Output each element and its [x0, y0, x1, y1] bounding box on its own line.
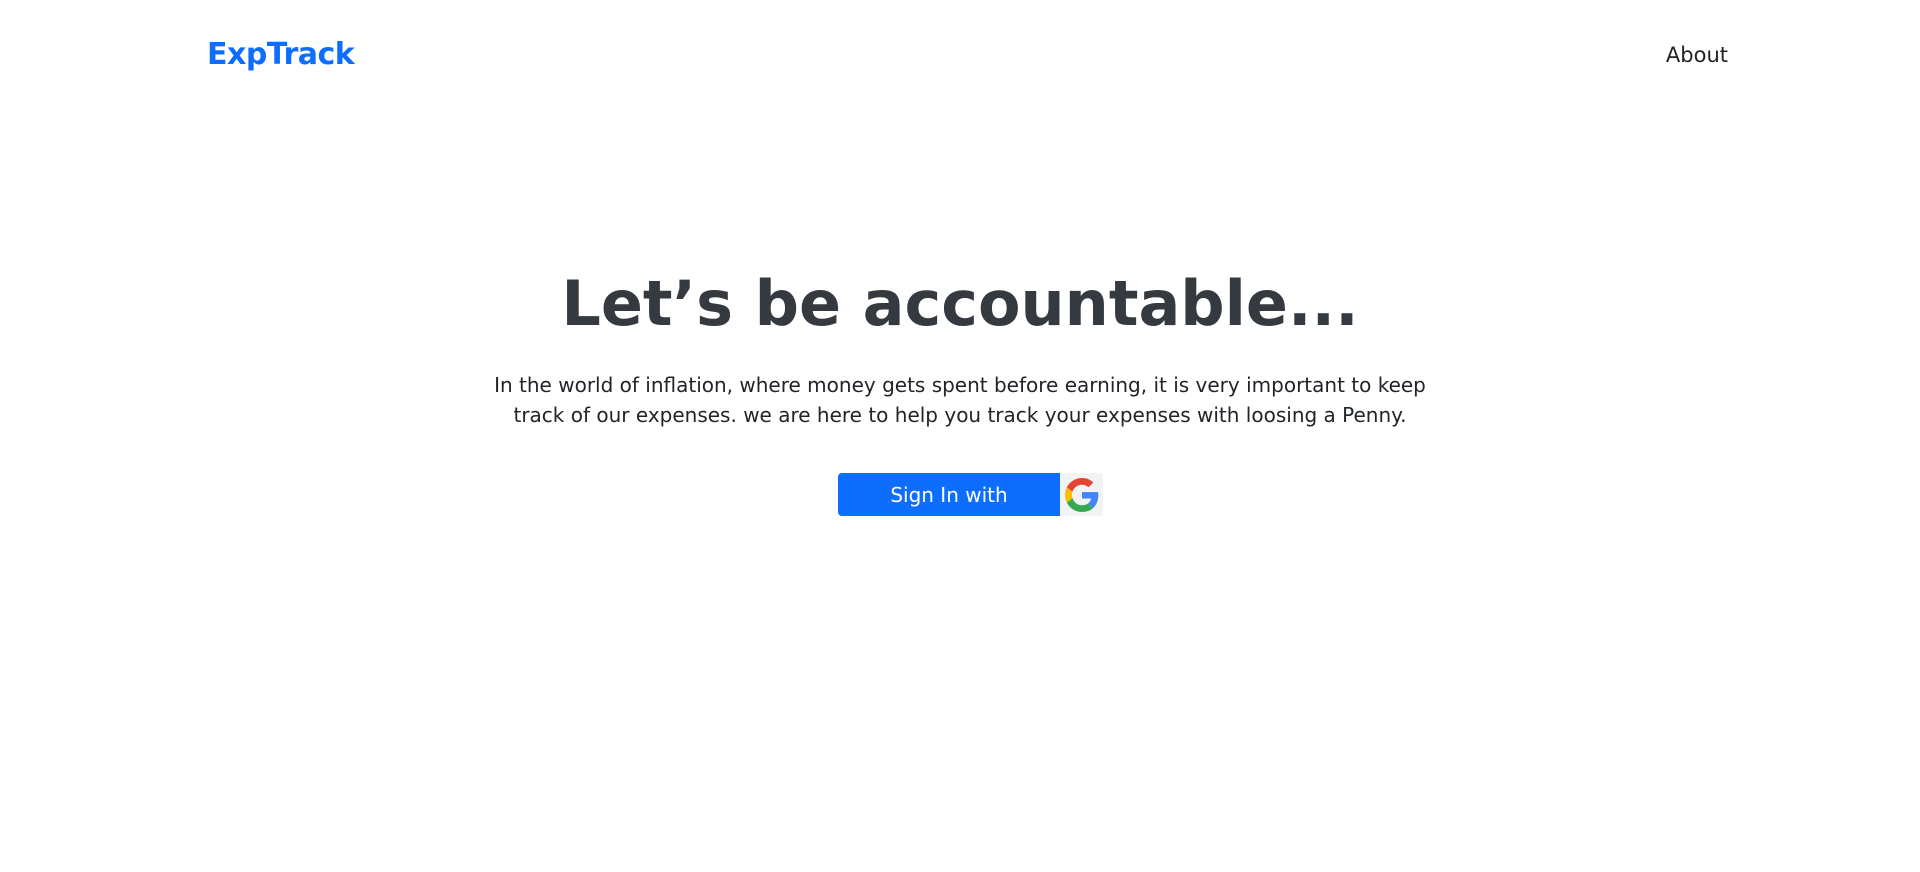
- nav-link-about[interactable]: About: [1666, 43, 1728, 67]
- signin-button-label: Sign In with: [838, 473, 1060, 516]
- hero-description: In the world of inflation, where money g…: [494, 373, 1426, 427]
- google-signin-button[interactable]: Sign In with: [838, 473, 1103, 516]
- brand-logo[interactable]: ExpTrack: [207, 37, 355, 72]
- google-icon: [1060, 473, 1103, 516]
- top-navbar: ExpTrack About: [0, 0, 1920, 112]
- hero-title: Let’s be accountable...: [561, 267, 1359, 340]
